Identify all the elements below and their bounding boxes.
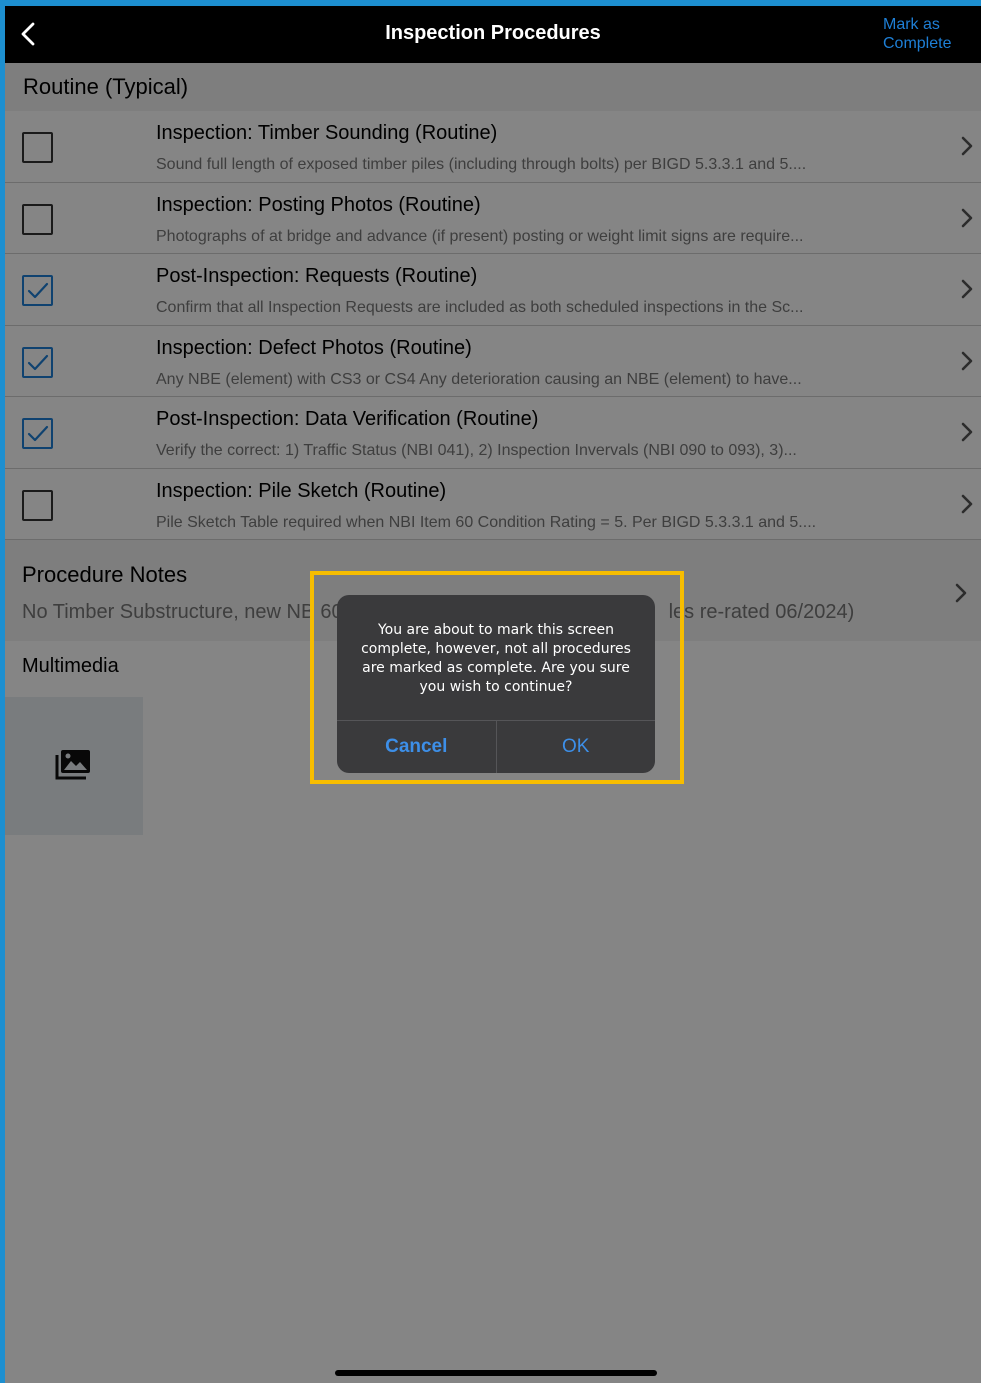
mark-as-complete-button[interactable]: Mark as Complete <box>883 15 963 53</box>
page-title: Inspection Procedures <box>385 22 601 44</box>
home-indicator <box>335 1370 657 1376</box>
ok-button[interactable]: OK <box>497 721 656 773</box>
alert-message: You are about to mark this screen comple… <box>361 622 631 695</box>
navigation-bar: Inspection Procedures Mark as Complete <box>5 6 981 63</box>
alert-button-bar: Cancel OK <box>337 720 655 773</box>
cancel-button[interactable]: Cancel <box>337 721 497 773</box>
confirm-alert: You are about to mark this screen comple… <box>337 595 655 773</box>
